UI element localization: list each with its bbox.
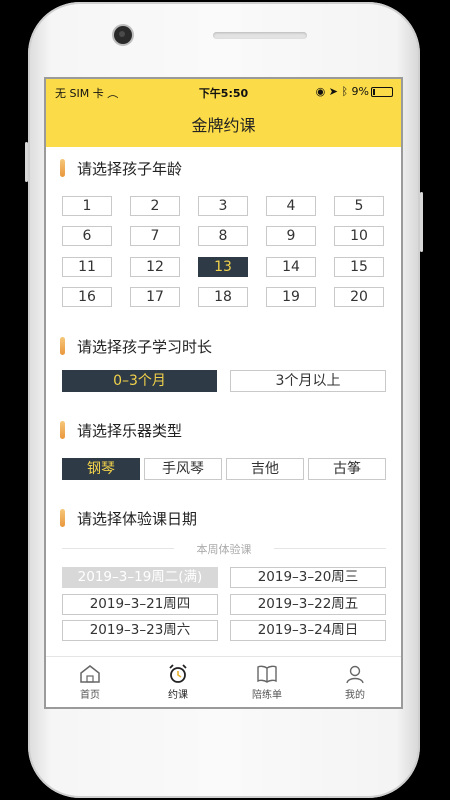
age-section-title: 请选择孩子年龄 <box>60 158 182 179</box>
tab-home-label: 首页 <box>80 690 100 701</box>
section-marker <box>60 420 65 439</box>
section-marker <box>60 158 65 177</box>
age-option[interactable]: 11 <box>62 257 112 277</box>
date-option[interactable]: 2019–3–21周四 <box>62 594 218 615</box>
age-option[interactable]: 20 <box>334 287 384 307</box>
tab-booking[interactable]: 约课 <box>134 657 222 707</box>
tab-practice-list[interactable]: 陪练单 <box>223 657 311 707</box>
battery-percent: 9% <box>351 85 369 98</box>
instrument-section-title: 请选择乐器类型 <box>60 420 182 441</box>
tab-booking-label: 约课 <box>168 690 188 701</box>
age-option[interactable]: 7 <box>130 226 180 246</box>
home-icon <box>80 665 100 683</box>
date-option[interactable]: 2019–3–22周五 <box>230 594 386 615</box>
age-option[interactable]: 18 <box>198 287 248 307</box>
tab-profile[interactable]: 我的 <box>311 657 399 707</box>
app-screen: 无 SIM 卡 ︵ 下午5:50 ◉ ➤ ᛒ 9% 金牌约课 请选择孩子年龄 1… <box>44 77 403 709</box>
instrument-option[interactable]: 手风琴 <box>144 458 222 480</box>
tab-profile-label: 我的 <box>345 690 365 701</box>
duration-option[interactable]: 0–3个月 <box>62 370 217 392</box>
bluetooth-icon: ᛒ <box>341 85 349 98</box>
alarm-clock-icon <box>169 664 187 683</box>
date-section-title: 请选择体验课日期 <box>60 508 197 529</box>
age-option[interactable]: 19 <box>266 287 316 307</box>
instrument-option[interactable]: 钢琴 <box>62 458 140 480</box>
age-option[interactable]: 17 <box>130 287 180 307</box>
age-option[interactable]: 5 <box>334 196 384 216</box>
date-option[interactable]: 2019–3–24周日 <box>230 620 386 641</box>
date-option: 2019–3–19周二(满) <box>62 567 218 588</box>
age-option[interactable]: 16 <box>62 287 112 307</box>
age-option[interactable]: 8 <box>198 226 248 246</box>
age-option[interactable]: 4 <box>266 196 316 216</box>
volume-button <box>25 142 28 182</box>
booking-form: 请选择孩子年龄 1 2 3 4 5 6 7 8 9 10 11 12 13 14 15 16 17 18 19 20 … <box>46 147 401 657</box>
section-marker <box>60 336 65 355</box>
tab-home[interactable]: 首页 <box>46 657 134 707</box>
age-option[interactable]: 3 <box>198 196 248 216</box>
tab-bar: 首页 约课 陪练单 我的 <box>46 656 401 707</box>
date-option[interactable]: 2019–3–23周六 <box>62 620 218 641</box>
front-camera <box>114 26 132 44</box>
book-icon <box>257 665 277 683</box>
status-right: ◉ ➤ ᛒ 9% <box>316 85 393 98</box>
earpiece-speaker <box>213 32 307 39</box>
person-icon <box>346 665 364 684</box>
age-option[interactable]: 2 <box>130 196 180 216</box>
instrument-option[interactable]: 古筝 <box>308 458 386 480</box>
age-option[interactable]: 15 <box>334 257 384 277</box>
age-option[interactable]: 13 <box>198 257 248 277</box>
status-bar: 无 SIM 卡 ︵ 下午5:50 ◉ ➤ ᛒ 9% <box>46 79 401 104</box>
power-button <box>420 192 423 252</box>
duration-option[interactable]: 3个月以上 <box>230 370 386 392</box>
age-option[interactable]: 12 <box>130 257 180 277</box>
date-option[interactable]: 2019–3–20周三 <box>230 567 386 588</box>
age-option[interactable]: 1 <box>62 196 112 216</box>
week-label: 本周体验课 <box>62 541 386 557</box>
age-option[interactable]: 6 <box>62 226 112 246</box>
tab-practice-label: 陪练单 <box>252 690 282 701</box>
battery-icon <box>371 87 393 97</box>
age-option[interactable]: 14 <box>266 257 316 277</box>
section-marker <box>60 508 65 527</box>
page-title: 金牌约课 <box>46 104 401 147</box>
duration-section-title: 请选择孩子学习时长 <box>60 336 212 357</box>
instrument-option[interactable]: 吉他 <box>226 458 304 480</box>
location-icon: ◉ ➤ <box>315 85 338 98</box>
age-option[interactable]: 10 <box>334 226 384 246</box>
age-option[interactable]: 9 <box>266 226 316 246</box>
